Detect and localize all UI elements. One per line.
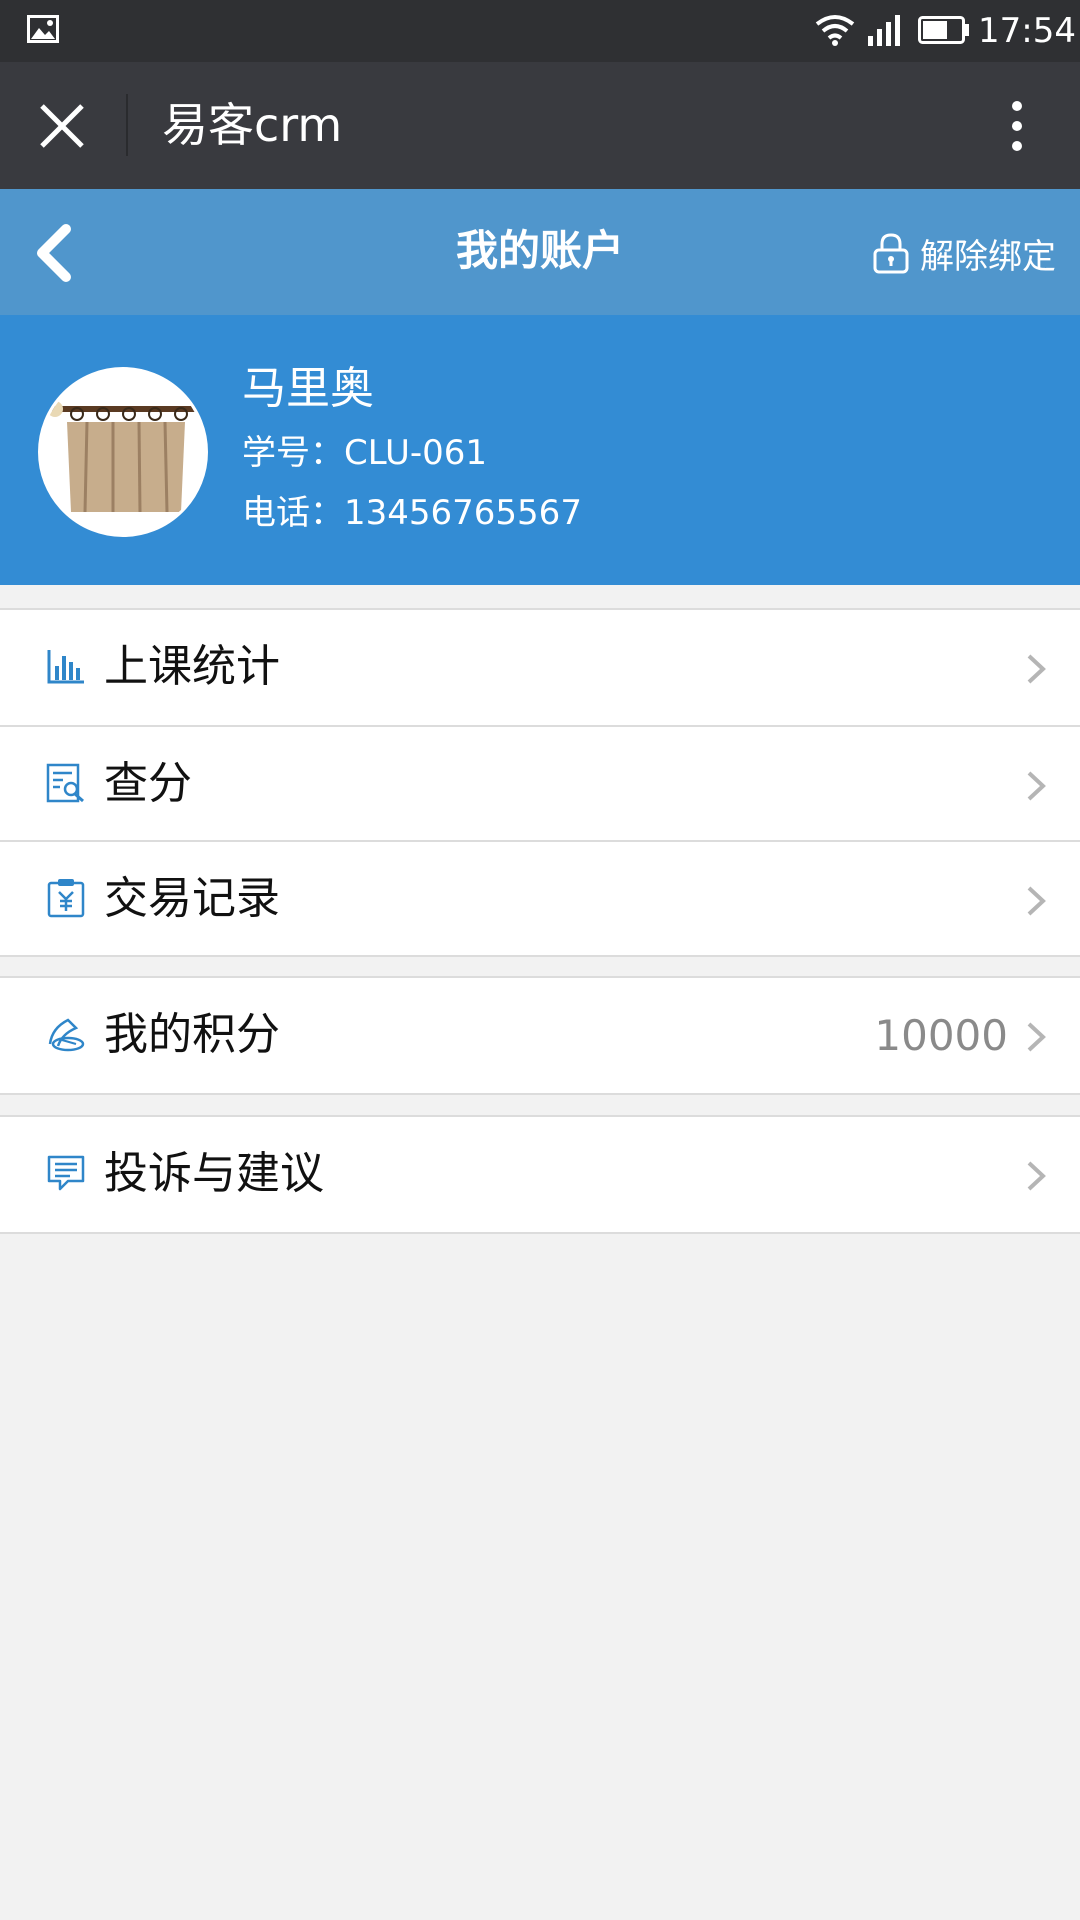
menu-item-my-points[interactable]: 我的积分 10000 (0, 978, 1080, 1093)
more-vertical-icon[interactable] (1000, 98, 1034, 154)
signal-icon (868, 15, 900, 46)
lock-icon (873, 233, 909, 274)
profile-card: 马里奥 学号：CLU-061 电话：13456765567 (0, 315, 1080, 585)
profile-name: 马里奥 (242, 363, 374, 414)
chevron-right-icon (1027, 1022, 1046, 1052)
transaction-clipboard-icon (47, 879, 85, 918)
close-icon[interactable] (36, 100, 88, 152)
message-icon (47, 1155, 85, 1191)
menu-item-score-query[interactable]: 查分 (0, 725, 1080, 840)
page-header: 我的账户 解除绑定 (0, 189, 1080, 315)
menu-item-label: 我的积分 (104, 1009, 280, 1060)
menu-item-complaints-suggestions[interactable]: 投诉与建议 (0, 1117, 1080, 1232)
menu-item-label: 上课统计 (104, 641, 280, 692)
menu-group-records: 上课统计 查分 交易记录 (0, 608, 1080, 957)
menu-item-attendance-stats[interactable]: 上课统计 (0, 610, 1080, 725)
menu-item-label: 交易记录 (104, 873, 280, 924)
wifi-icon (815, 15, 855, 46)
gallery-icon (27, 15, 59, 43)
bar-chart-icon (47, 650, 84, 684)
status-time: 17:54 (978, 11, 1076, 51)
points-icon (48, 1018, 85, 1052)
app-bar-divider (126, 94, 128, 156)
profile-student-id: 学号：CLU-061 (242, 433, 488, 473)
points-value: 10000 (874, 1011, 1008, 1060)
menu-item-transactions[interactable]: 交易记录 (0, 840, 1080, 955)
menu-item-label: 查分 (104, 758, 192, 809)
avatar[interactable] (38, 367, 208, 537)
unbind-label: 解除绑定 (920, 236, 1056, 277)
menu-group-points: 我的积分 10000 (0, 976, 1080, 1095)
score-search-icon (46, 763, 84, 803)
app-bar: 易客crm (0, 62, 1080, 189)
unbind-button[interactable]: 解除绑定 (872, 225, 1056, 281)
app-title: 易客crm (162, 98, 343, 152)
menu-group-feedback: 投诉与建议 (0, 1115, 1080, 1234)
profile-phone: 电话：13456765567 (242, 493, 582, 533)
chevron-right-icon (1027, 1161, 1046, 1191)
chevron-right-icon (1027, 654, 1046, 684)
battery-icon (918, 16, 969, 44)
chevron-right-icon (1027, 771, 1046, 801)
status-bar: 17:54 (0, 0, 1080, 62)
curtain-avatar-image (41, 370, 205, 534)
menu-item-label: 投诉与建议 (104, 1148, 324, 1199)
chevron-right-icon (1027, 886, 1046, 916)
